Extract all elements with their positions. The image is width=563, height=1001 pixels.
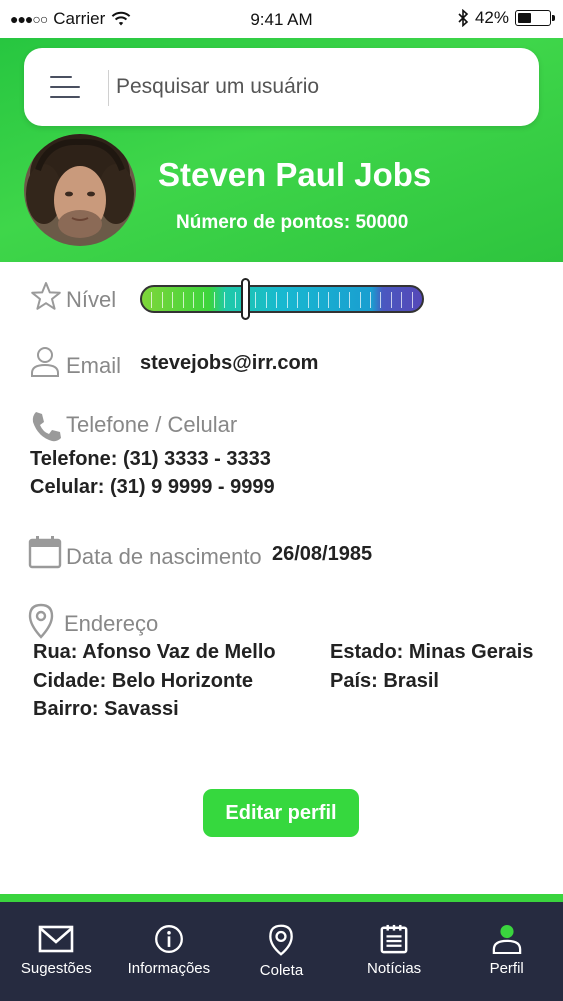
level-marker [241,278,251,320]
bottom-nav: Sugestões Informações Coleta Notícias Pe… [0,902,563,1001]
level-tick [369,292,371,308]
profile-header: Steven Paul Jobs Número de pontos: 50000 [0,38,563,262]
level-tick [213,292,215,308]
search-bar [24,48,539,126]
user-name: Steven Paul Jobs [158,156,432,193]
level-tick [151,292,153,308]
level-bar [140,285,424,313]
status-right: 42% [457,8,555,28]
menu-line [50,86,80,89]
menu-button[interactable] [46,70,86,106]
menu-line [50,96,80,99]
level-tick [328,292,330,308]
phone-icon [32,412,61,442]
email-label: Email [66,353,122,378]
user-points: Número de pontos: 50000 [176,212,409,233]
mail-icon [38,925,74,953]
level-tick [349,292,351,308]
search-divider [108,70,109,106]
location-icon [28,603,54,639]
nav-label: Informações [127,960,211,977]
nav-label: Notícias [366,960,422,977]
battery-fill [518,13,531,23]
nav-item-noticias[interactable]: Notícias [338,902,451,1001]
level-tick [255,292,257,308]
level-ticks [142,287,422,311]
nav-label: Perfil [489,960,524,977]
nav-item-perfil[interactable]: Perfil [450,902,563,1001]
bluetooth-icon [458,9,469,27]
address-state: Estado: Minas Gerais [330,641,534,663]
level-tick [359,292,361,308]
level-tick [265,292,267,308]
phone-label: Telefone / Celular [66,412,238,437]
level-tick [224,292,226,308]
person-icon [492,924,521,954]
battery-icon [515,10,555,26]
info-icon [154,925,183,953]
location-pin-icon [269,924,294,956]
level-tick [203,292,205,308]
search-input[interactable] [116,66,516,108]
news-icon [380,924,408,954]
level-tick [307,292,309,308]
level-tick [182,292,184,308]
phone-value: Telefone: (31) 3333 - 3333 [30,448,271,470]
level-tick [411,292,413,308]
avatar [24,134,136,246]
level-tick [276,292,278,308]
nav-label: Coleta [259,962,304,979]
menu-line [50,76,72,79]
level-tick [401,292,403,308]
level-tick [286,292,288,308]
nav-label: Sugestões [20,960,92,977]
level-tick [338,292,340,308]
level-tick [380,292,382,308]
address-city: Cidade: Belo Horizonte [33,670,254,692]
birth-date-label: Data de nascimento [66,544,262,569]
level-tick [172,292,174,308]
nav-item-sugestoes[interactable]: Sugestões [0,902,113,1001]
avatar-photo [24,134,136,246]
level-tick [161,292,163,308]
email-value: stevejobs@irr.com [140,352,319,374]
address-label: Endereço [64,611,159,636]
address-district: Bairro: Savassi [33,698,179,720]
address-street: Rua: Afonso Vaz de Mello [33,641,276,663]
level-label: Nível [66,287,117,312]
level-tick [193,292,195,308]
address-country: País: Brasil [330,670,439,692]
star-icon [31,282,61,310]
level-tick [297,292,299,308]
level-tick [317,292,319,308]
nav-divider [0,894,563,902]
level-tick [234,292,236,308]
user-icon [31,347,59,377]
battery-percent: 42% [474,8,509,27]
birth-date-value: 26/08/1985 [272,543,373,565]
status-bar: ●●●○○ Carrier 9:41 AM 42% [0,0,563,38]
nav-item-informacoes[interactable]: Informações [113,902,226,1001]
level-tick [390,292,392,308]
nav-item-coleta[interactable]: Coleta [225,902,338,1001]
calendar-icon [28,536,62,569]
edit-profile-button[interactable]: Editar perfil [203,789,359,837]
mobile-value: Celular: (31) 9 9999 - 9999 [30,476,275,498]
